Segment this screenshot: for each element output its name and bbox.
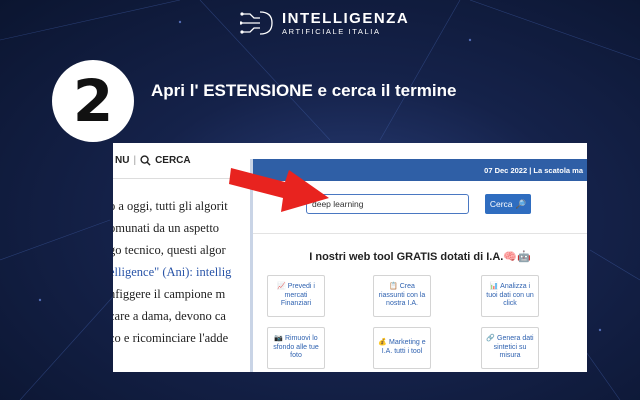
article-line: co e ricominciare l'adde xyxy=(113,331,229,345)
article-line: go tecnico, questi algor xyxy=(113,243,226,257)
article-text: o a oggi, tutti gli algorit omunati da u… xyxy=(113,199,231,353)
step-instruction: Apri l' ESTENSIONE e cerca il termine xyxy=(151,81,457,100)
brand-title: INTELLIGENZA xyxy=(282,9,410,27)
article-line: care a dama, devono ca xyxy=(113,309,226,323)
tool-card-summary[interactable]: 📋 Crea riassunti con la nostra I.A. xyxy=(373,275,431,317)
red-arrow-icon xyxy=(229,168,329,212)
clipboard-icon: 📋 xyxy=(389,282,398,290)
tool-label: Genera dati sintetici su misura xyxy=(493,334,534,360)
brand-subtitle: ARTIFICIALE ITALIA xyxy=(282,26,381,36)
divider xyxy=(253,233,587,234)
search-icon[interactable] xyxy=(140,155,151,166)
tool-card-data-analysis[interactable]: 📊 Analizza i tuoi dati con un click xyxy=(481,275,539,317)
circuit-brain-icon xyxy=(240,11,273,35)
tool-card-financial[interactable]: 📈 Prevedi i mercati Finanziari xyxy=(267,275,325,317)
camera-icon: 📷 xyxy=(274,334,284,342)
nav-separator: | xyxy=(133,155,137,166)
search-button-label: Cerca xyxy=(489,199,513,209)
tool-label: Prevedi i mercati Finanziari xyxy=(280,282,315,308)
article-line: o a oggi, tutti gli algorit xyxy=(113,199,228,213)
article-line: nfiggere il campione m xyxy=(113,287,226,301)
brand-logo: INTELLIGENZA ARTIFICIALE ITALIA xyxy=(240,8,409,38)
extension-search-button[interactable]: Cerca 🔎 xyxy=(485,194,531,214)
tool-card-synthetic-data[interactable]: 🔗 Genera dati sintetici su misura xyxy=(481,327,539,369)
tool-card-marketing[interactable]: 💰 Marketing e I.A. tutti i tool xyxy=(373,327,431,369)
bar-chart-icon: 📊 xyxy=(489,282,499,290)
step-number-badge: 2 xyxy=(52,60,134,142)
extension-section-title: I nostri web tool GRATIS dotati di I.A.🧠… xyxy=(309,251,531,263)
tool-label: Marketing e I.A. tutti i tool xyxy=(381,339,426,355)
link-icon: 🔗 xyxy=(486,334,496,342)
money-bag-icon: 💰 xyxy=(378,339,388,347)
search-link[interactable]: CERCA xyxy=(155,155,191,166)
article-line: omunati da un aspetto xyxy=(113,221,220,235)
menu-link[interactable]: NU xyxy=(115,155,129,166)
step-number: 2 xyxy=(72,67,114,135)
article-line-link[interactable]: elligence" (Ani): intellig xyxy=(113,265,231,287)
tool-card-background-removal[interactable]: 📷 Rimuovi lo sfondo alle tue foto xyxy=(267,327,325,369)
tool-label: Crea riassunti con la nostra I.A. xyxy=(378,282,426,308)
chart-up-icon: 📈 xyxy=(277,282,286,290)
magnifier-icon: 🔎 xyxy=(515,198,527,209)
screenshot-panel: NU | CERCA o a oggi, tutti gli algorit o… xyxy=(113,143,587,372)
